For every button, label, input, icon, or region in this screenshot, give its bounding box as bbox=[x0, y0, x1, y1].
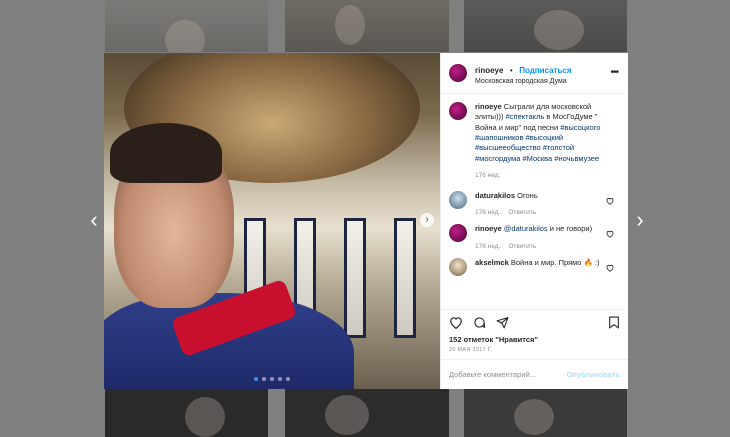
post-actions bbox=[441, 309, 628, 335]
comment-item: rinoeye Сыграли для московской элиты))) … bbox=[449, 102, 620, 181]
chevron-left-icon: ‹ bbox=[90, 207, 98, 232]
hashtag-link[interactable]: #шапошников bbox=[475, 133, 523, 142]
feed-thumbnail[interactable] bbox=[285, 0, 449, 52]
feed-thumbnail[interactable] bbox=[105, 389, 268, 437]
hashtag-link[interactable]: #Москва bbox=[522, 154, 552, 163]
heart-icon[interactable] bbox=[449, 316, 463, 329]
comment-item: akselmck Война и мир. Прямо 🔥 :) bbox=[449, 257, 620, 276]
comment-like-heart-icon[interactable] bbox=[606, 230, 614, 240]
share-icon[interactable] bbox=[496, 316, 509, 329]
comment-age[interactable]: 176 нед. bbox=[475, 172, 500, 179]
carousel-dot bbox=[278, 377, 282, 381]
carousel-dots bbox=[104, 377, 440, 381]
next-post-button[interactable]: › bbox=[632, 208, 648, 232]
comment-text: Огонь bbox=[517, 191, 538, 201]
feed-thumbnail[interactable] bbox=[285, 389, 449, 437]
feed-thumbnail[interactable] bbox=[105, 0, 268, 52]
comment-item: daturakilos Огонь 176 нед. Ответить bbox=[449, 191, 620, 218]
follow-button[interactable]: Подписаться bbox=[519, 66, 571, 75]
carousel-next-button[interactable]: › bbox=[420, 213, 434, 227]
avatar[interactable] bbox=[449, 224, 467, 243]
feed-thumbnail[interactable] bbox=[464, 0, 627, 52]
carousel-dot bbox=[262, 377, 266, 381]
avatar[interactable] bbox=[449, 102, 467, 120]
post-location[interactable]: Московская городская Дума bbox=[475, 78, 572, 86]
hashtag-link[interactable]: #высшееобщество bbox=[475, 143, 541, 152]
carousel-dot bbox=[254, 377, 258, 381]
hashtag-link[interactable]: #спектакль bbox=[506, 112, 545, 121]
separator-dot: • bbox=[509, 66, 513, 76]
publish-button[interactable]: Опубликовать bbox=[566, 370, 620, 379]
add-comment-bar: Опубликовать bbox=[441, 359, 628, 389]
comment-input[interactable] bbox=[449, 370, 559, 379]
prev-post-button[interactable]: ‹ bbox=[86, 208, 102, 232]
hashtag-link[interactable]: #высоцкого bbox=[560, 123, 600, 132]
comment-username[interactable]: akselmck bbox=[475, 258, 509, 267]
comments-list: rinoeye Сыграли для московской элиты))) … bbox=[441, 94, 628, 309]
hashtag-link[interactable]: @daturakilos bbox=[504, 224, 548, 233]
more-options-icon[interactable]: ••• bbox=[610, 67, 618, 78]
post-author-username[interactable]: rinoeye bbox=[475, 66, 503, 75]
carousel-dot bbox=[270, 377, 274, 381]
avatar[interactable] bbox=[449, 191, 467, 210]
carousel-dot bbox=[286, 377, 290, 381]
post-photo[interactable]: › bbox=[104, 53, 440, 389]
post-modal: › rinoeye • Подписаться Московская город… bbox=[104, 53, 628, 389]
hashtag-link[interactable]: #высоцкий bbox=[526, 133, 564, 142]
hashtag-link[interactable]: #толстой bbox=[543, 143, 574, 152]
comment-age[interactable]: 176 нед. bbox=[475, 209, 500, 216]
reply-button[interactable]: Ответить bbox=[508, 209, 536, 216]
avatar[interactable] bbox=[449, 64, 467, 82]
hashtag-link[interactable]: #мосгордума bbox=[475, 154, 520, 163]
comment-text: и не говори) bbox=[547, 224, 593, 234]
comment-like-heart-icon[interactable] bbox=[606, 197, 614, 207]
comment-text: Война и мир. Прямо 🔥 :) bbox=[510, 257, 600, 267]
likes-count[interactable]: 152 отметок "Нравится" bbox=[441, 335, 628, 344]
feed-thumbnail[interactable] bbox=[464, 389, 627, 437]
hashtag-link[interactable]: #ночьвмузее bbox=[554, 154, 599, 163]
post-header: rinoeye • Подписаться Московская городск… bbox=[441, 53, 628, 94]
comment-username[interactable]: daturakilos bbox=[475, 191, 515, 200]
post-date[interactable]: 20 МАЯ 2017 Г. bbox=[441, 344, 628, 359]
comment-like-heart-icon[interactable] bbox=[606, 264, 614, 274]
comment-age[interactable]: 176 нед. bbox=[475, 243, 500, 250]
comment-username[interactable]: rinoeye bbox=[475, 102, 502, 111]
avatar[interactable] bbox=[449, 257, 467, 276]
comment-username[interactable]: rinoeye bbox=[475, 224, 502, 233]
bookmark-icon[interactable] bbox=[608, 316, 620, 334]
reply-button[interactable]: Ответить bbox=[508, 243, 536, 250]
chevron-right-icon: › bbox=[636, 207, 644, 232]
comment-icon[interactable] bbox=[473, 316, 486, 329]
comment-item: rinoeye @daturakilos и не говори) 176 нед… bbox=[449, 224, 620, 251]
post-sidebar: rinoeye • Подписаться Московская городск… bbox=[440, 53, 628, 389]
